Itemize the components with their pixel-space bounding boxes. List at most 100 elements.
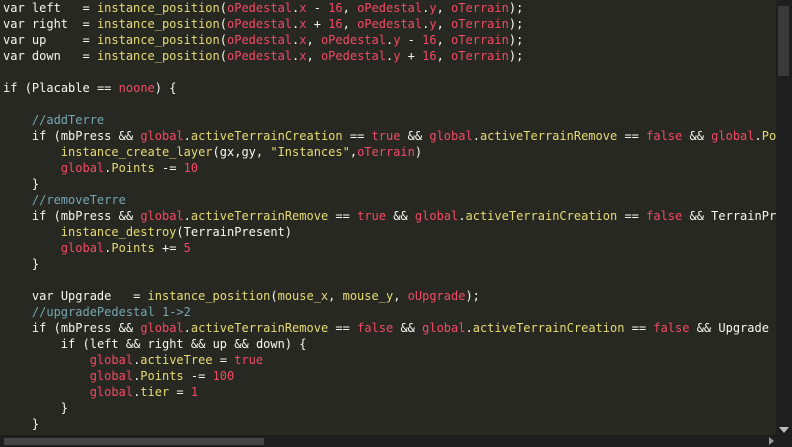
code-token: && bbox=[682, 129, 712, 143]
code-token: right bbox=[147, 337, 191, 351]
code-token: gx bbox=[219, 145, 235, 159]
code-token: if bbox=[31, 321, 54, 335]
code-token: activeTree bbox=[140, 353, 213, 367]
code-token: global bbox=[89, 369, 134, 383]
code-token: ( bbox=[219, 17, 227, 31]
code-token: , bbox=[342, 17, 358, 31]
code-line[interactable]: } bbox=[3, 176, 39, 192]
code-line[interactable]: if (left && right && up && down) { bbox=[3, 336, 307, 352]
code-token: Upgrade bbox=[60, 289, 134, 303]
code-token: var down bbox=[3, 49, 83, 63]
code-token: && bbox=[118, 129, 141, 143]
code-line[interactable]: var down = instance_position(oPedestal.x… bbox=[3, 48, 523, 64]
code-token: && bbox=[234, 337, 256, 351]
code-token: 10 bbox=[183, 161, 199, 175]
code-token: Points bbox=[111, 241, 155, 255]
code-token: false bbox=[653, 321, 690, 335]
code-token: -= bbox=[183, 369, 213, 383]
code-token: ( bbox=[212, 145, 220, 159]
code-token: == bbox=[328, 209, 358, 223]
code-token: ( bbox=[176, 225, 184, 239]
code-token: . bbox=[472, 129, 480, 143]
code-token: noone bbox=[118, 81, 155, 95]
code-token: oUpgrade bbox=[407, 289, 466, 303]
code-token: down bbox=[255, 337, 285, 351]
code-line[interactable]: } bbox=[3, 416, 39, 432]
code-line[interactable]: var right = instance_position(oPedestal.… bbox=[3, 16, 523, 32]
code-token: 16 bbox=[422, 33, 437, 47]
code-token: oPedestal bbox=[357, 17, 423, 31]
code-token: x bbox=[299, 17, 307, 31]
code-token: var right bbox=[3, 17, 83, 31]
code-token: //removeTerre bbox=[31, 193, 126, 207]
code-token: mouse_x bbox=[277, 289, 329, 303]
code-line[interactable]: instance_create_layer(gx,gy, "Instances"… bbox=[3, 144, 422, 160]
code-line[interactable]: global.activeTree = true bbox=[3, 352, 263, 368]
code-token: activeTerrainCreation bbox=[190, 129, 343, 143]
code-token: = bbox=[82, 49, 97, 63]
code-token: ( bbox=[219, 1, 227, 15]
code-token: , bbox=[393, 289, 408, 303]
code-line[interactable]: if (mbPress && global.activeTerrainRemov… bbox=[3, 320, 776, 336]
code-line[interactable]: if (mbPress && global.activeTerrainCreat… bbox=[3, 128, 776, 144]
code-token: global bbox=[414, 209, 459, 223]
code-token: global bbox=[429, 129, 473, 143]
code-token: && bbox=[400, 129, 430, 143]
code-line[interactable]: global.tier = 1 bbox=[3, 384, 198, 400]
code-token: "Instances" bbox=[270, 145, 350, 159]
code-token: , bbox=[436, 49, 452, 63]
code-line[interactable]: var up = instance_position(oPedestal.x, … bbox=[3, 32, 523, 48]
code-line[interactable]: instance_destroy(TerrainPresent) bbox=[3, 224, 292, 240]
horizontal-scrollbar[interactable] bbox=[0, 435, 776, 447]
code-token: oTerrain bbox=[451, 1, 509, 15]
code-token: oPedestal bbox=[320, 33, 386, 47]
code-token: = bbox=[82, 33, 97, 47]
code-token: 5 bbox=[183, 241, 191, 255]
code-token: ( bbox=[53, 321, 61, 335]
code-token: global bbox=[140, 129, 184, 143]
code-line[interactable]: //addTerre bbox=[3, 112, 104, 128]
code-token: Placable bbox=[31, 81, 97, 95]
code-line[interactable]: global.Points -= 100 bbox=[3, 368, 235, 384]
vertical-scroll-thumb[interactable] bbox=[778, 6, 789, 76]
code-line[interactable]: global.Points += 5 bbox=[3, 240, 191, 256]
code-token: ); bbox=[508, 17, 524, 31]
code-token: . bbox=[183, 129, 191, 143]
code-token: ); bbox=[508, 33, 524, 47]
code-token: , bbox=[306, 49, 321, 63]
code-line[interactable]: global.Points -= 10 bbox=[3, 160, 198, 176]
code-line[interactable]: var left = instance_position(oPedestal.x… bbox=[3, 0, 523, 16]
vertical-scrollbar[interactable] bbox=[776, 0, 792, 435]
scroll-right-arrow-icon[interactable] bbox=[769, 437, 774, 445]
code-line[interactable]: } bbox=[3, 400, 68, 416]
code-line[interactable]: if (mbPress && global.activeTerrainRemov… bbox=[3, 208, 776, 224]
code-token: //upgradePedestal 1->2 bbox=[31, 305, 191, 319]
code-token: if bbox=[60, 337, 83, 351]
code-token: Points bbox=[761, 129, 776, 143]
code-token: oPedestal bbox=[320, 49, 386, 63]
code-token: ( bbox=[53, 129, 61, 143]
code-token: x bbox=[299, 1, 307, 15]
code-line[interactable]: var Upgrade = instance_position(mouse_x,… bbox=[3, 288, 480, 304]
code-line[interactable]: //upgradePedestal 1->2 bbox=[3, 304, 191, 320]
code-token: Points bbox=[111, 161, 155, 175]
code-token: oPedestal bbox=[227, 33, 293, 47]
scroll-down-arrow-icon[interactable] bbox=[779, 427, 789, 433]
code-token: activeTerrainCreation bbox=[465, 209, 618, 223]
code-token: y bbox=[429, 17, 437, 31]
code-token: == bbox=[617, 129, 647, 143]
scrollbar-corner bbox=[776, 435, 792, 447]
code-editor[interactable]: var left = instance_position(oPedestal.x… bbox=[0, 0, 776, 435]
code-token: , bbox=[328, 289, 343, 303]
code-token: = bbox=[82, 17, 97, 31]
code-token: . bbox=[754, 129, 762, 143]
code-line[interactable]: //removeTerre bbox=[3, 192, 126, 208]
code-line[interactable]: } bbox=[3, 256, 39, 272]
code-line[interactable]: if (Placable == noone) { bbox=[3, 80, 176, 96]
code-token: 100 bbox=[212, 369, 235, 383]
horizontal-scroll-thumb[interactable] bbox=[4, 438, 264, 445]
